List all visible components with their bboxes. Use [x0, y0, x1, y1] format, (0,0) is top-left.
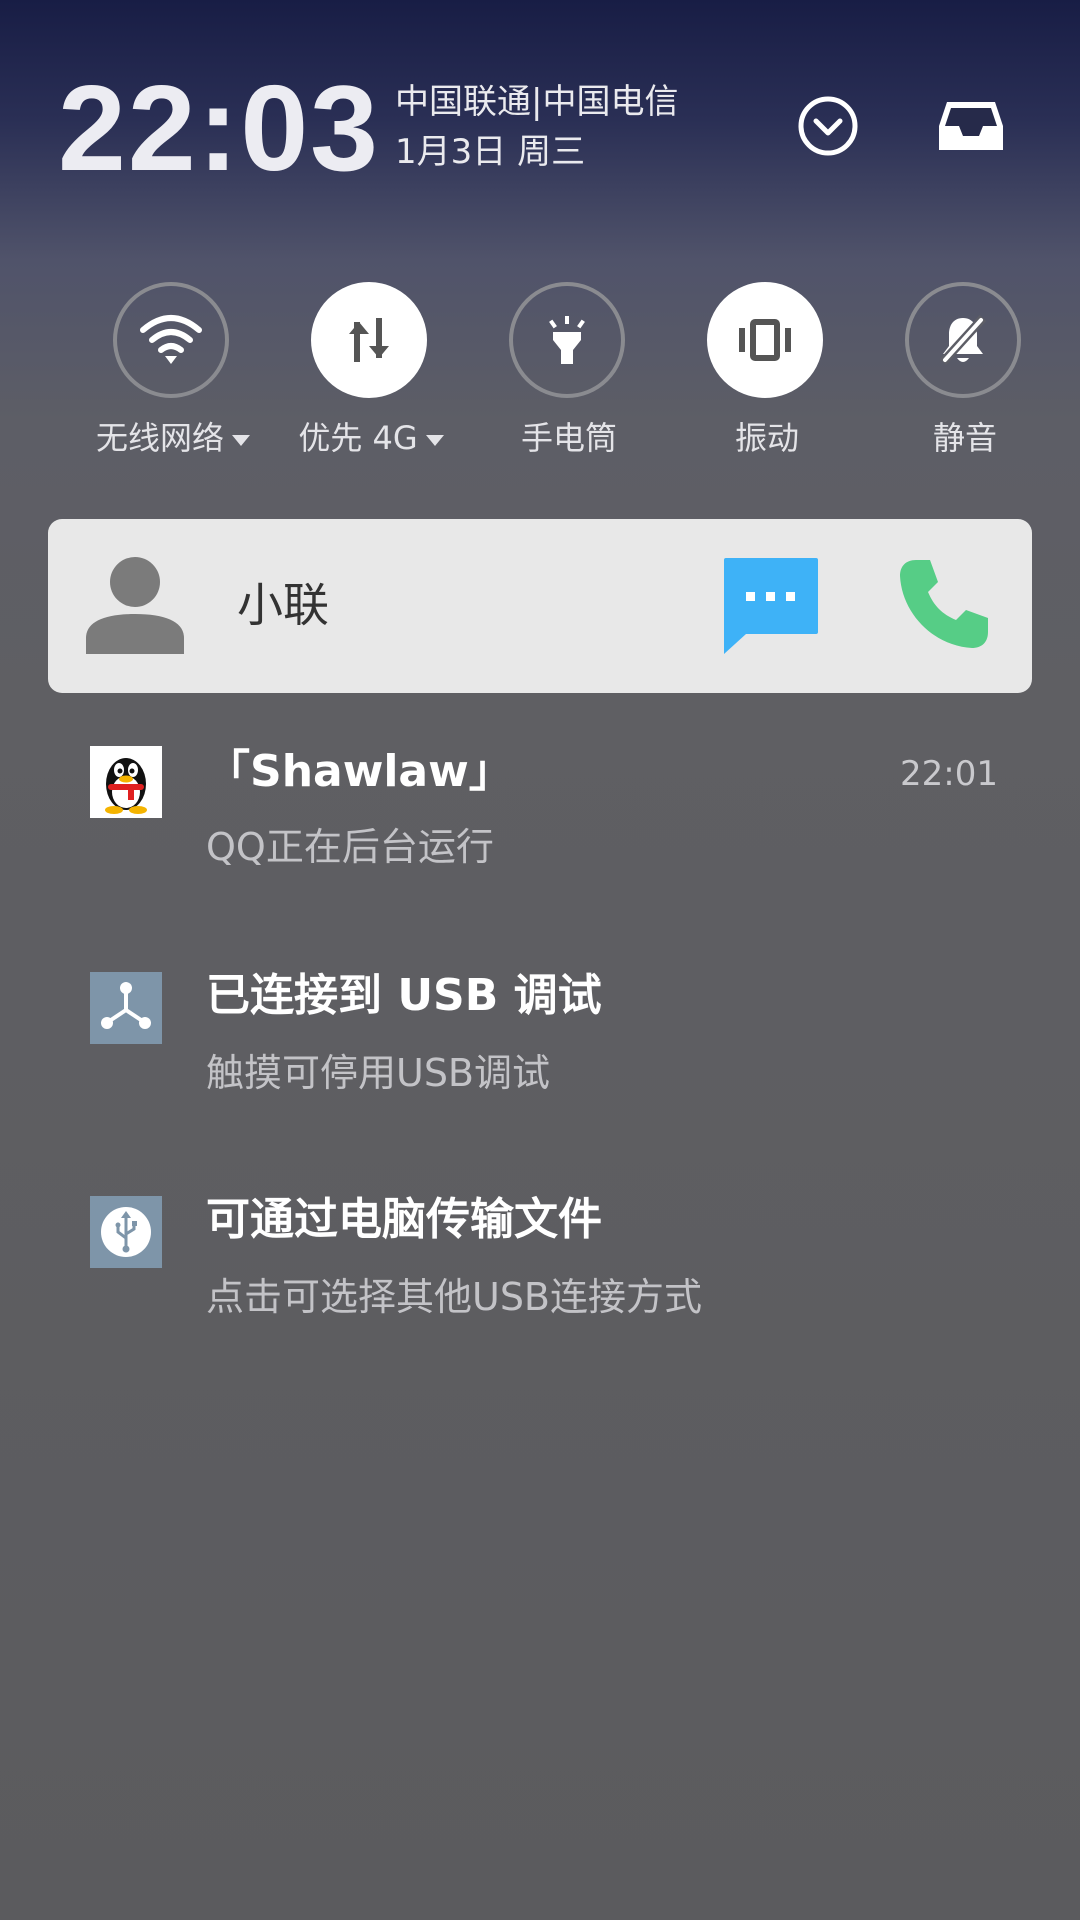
contact-avatar [86, 556, 184, 654]
qq-penguin-icon [90, 746, 162, 818]
notification-inbox-button[interactable] [931, 86, 1011, 166]
chevron-down-circle-icon [798, 96, 858, 156]
usb-transfer-icon [90, 1196, 162, 1268]
contact-card[interactable] [48, 519, 1032, 693]
toggle-wifi-label: 无线网络 [73, 418, 273, 458]
clock-time[interactable]: 22:03 [58, 58, 380, 198]
message-bubble-icon [724, 558, 818, 654]
toggle-flashlight[interactable]: 手电筒 [479, 282, 659, 472]
date-text[interactable]: 1月3日 周三 [395, 130, 585, 174]
toggle-wifi[interactable]: 无线网络 [83, 282, 263, 472]
carrier-name: 中国联通|中国电信 [395, 82, 679, 122]
notification-qq[interactable] [90, 746, 162, 818]
toggle-mobile-data-button[interactable] [311, 282, 427, 398]
flashlight-icon [549, 316, 585, 364]
notification-title: 「Shawlaw」 [206, 746, 513, 797]
dropdown-caret-icon [425, 434, 444, 446]
toggle-silent[interactable]: 静音 [875, 282, 1055, 472]
toggle-silent-label: 静音 [932, 419, 997, 457]
notification-title: 已连接到 USB 调试 [206, 970, 602, 1021]
toggle-mobile-data[interactable]: 优先 4G [281, 282, 461, 472]
wifi-icon [140, 315, 202, 364]
expand-panel-button[interactable] [788, 86, 868, 166]
notification-subtitle: 点击可选择其他USB连接方式 [206, 1275, 703, 1319]
toggle-vibrate[interactable]: 振动 [677, 282, 857, 472]
notification-subtitle: QQ正在后台运行 [206, 825, 494, 869]
toggle-flashlight-button[interactable] [509, 282, 625, 398]
bell-off-icon [939, 314, 987, 366]
notification-usb-debug[interactable] [90, 972, 162, 1044]
toggle-mobile-data-label: 优先 4G [271, 418, 471, 458]
inbox-tray-icon [939, 102, 1003, 150]
notification-usb-transfer[interactable] [90, 1196, 162, 1268]
toggle-vibrate-label: 振动 [734, 419, 799, 457]
notification-subtitle: 触摸可停用USB调试 [206, 1051, 551, 1095]
toggle-silent-button[interactable] [905, 282, 1021, 398]
phone-icon [900, 560, 988, 648]
notification-title: 可通过电脑传输文件 [206, 1194, 602, 1245]
send-message-button[interactable] [722, 556, 820, 654]
toggle-flashlight-label: 手电筒 [520, 419, 617, 457]
contact-name: 小联 [237, 578, 329, 632]
person-icon [86, 557, 184, 654]
call-button[interactable] [898, 558, 990, 650]
dropdown-caret-icon [232, 434, 250, 446]
notification-time: 22:01 [900, 754, 998, 794]
usb-debug-icon [90, 972, 162, 1044]
mobile-data-icon [349, 318, 389, 362]
toggle-vibrate-button[interactable] [707, 282, 823, 398]
vibrate-icon [739, 319, 791, 361]
toggle-wifi-button[interactable] [113, 282, 229, 398]
